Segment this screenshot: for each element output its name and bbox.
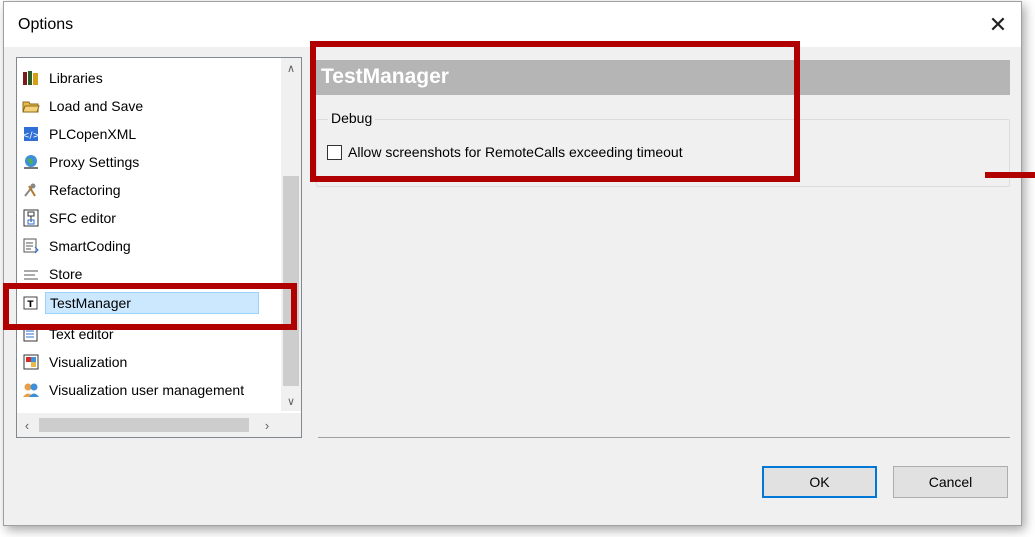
tree-item-visualization-user-management[interactable]: Visualization user management xyxy=(17,376,277,404)
tree-item-label: Refactoring xyxy=(49,182,121,198)
cancel-button[interactable]: Cancel xyxy=(893,466,1008,498)
tree-item-label: PLCopenXML xyxy=(49,126,137,142)
tree-item-label: SFC editor xyxy=(49,210,116,226)
ok-button[interactable]: OK xyxy=(762,466,877,498)
tree-item-load-and-save[interactable]: Load and Save xyxy=(17,92,277,120)
visualization-icon xyxy=(22,353,40,371)
options-tree[interactable]: Libraries Load and Save </> PLCopenXML P… xyxy=(16,57,302,438)
annotation-box-tree-item xyxy=(3,283,297,330)
tree-item-label: Proxy Settings xyxy=(49,154,140,170)
annotation-line xyxy=(985,172,1035,178)
scroll-right-icon[interactable]: › xyxy=(257,413,277,437)
tree-horizontal-scrollbar[interactable]: ‹ › xyxy=(17,413,301,437)
scrollbar-corner xyxy=(281,413,301,437)
scrollbar-thumb[interactable] xyxy=(39,418,249,432)
globe-icon xyxy=(22,153,40,171)
tree-item-label: SmartCoding xyxy=(49,238,131,254)
scroll-down-icon[interactable]: ∨ xyxy=(281,391,301,411)
footer-divider xyxy=(318,437,1010,438)
close-icon[interactable]: ✕ xyxy=(975,2,1021,47)
tree-item-proxy-settings[interactable]: Proxy Settings xyxy=(17,148,277,176)
tree-item-label: Libraries xyxy=(49,70,103,86)
tree-item-libraries[interactable]: Libraries xyxy=(17,64,277,92)
smartcoding-icon xyxy=(22,237,40,255)
tree-item-visualization[interactable]: Visualization xyxy=(17,348,277,376)
users-icon xyxy=(22,381,40,399)
folder-open-icon xyxy=(22,97,40,115)
tree-item-refactoring[interactable]: Refactoring xyxy=(17,176,277,204)
store-icon xyxy=(22,265,40,283)
tree-item-label: Store xyxy=(49,266,83,282)
scroll-up-icon[interactable]: ∧ xyxy=(281,58,301,78)
scroll-left-icon[interactable]: ‹ xyxy=(17,413,37,437)
sfc-icon xyxy=(22,209,40,227)
tree-item-smartcoding[interactable]: SmartCoding xyxy=(17,232,277,260)
svg-text:</>: </> xyxy=(23,131,39,141)
tree-item-label: Visualization xyxy=(49,354,128,370)
tree-item-sfc-editor[interactable]: SFC editor xyxy=(17,204,277,232)
scrollbar-thumb[interactable] xyxy=(283,176,299,386)
tree-item-label: Visualization user management xyxy=(49,382,245,398)
xml-icon: </> xyxy=(22,125,40,143)
tree-item-label: Load and Save xyxy=(49,98,144,114)
tree-item-plcopenxml[interactable]: </> PLCopenXML xyxy=(17,120,277,148)
books-icon xyxy=(22,69,40,87)
dialog-title: Options xyxy=(18,16,74,33)
annotation-box-content xyxy=(310,41,800,182)
tools-icon xyxy=(22,181,40,199)
tree-vertical-scrollbar[interactable]: ∧ ∨ xyxy=(281,58,301,411)
